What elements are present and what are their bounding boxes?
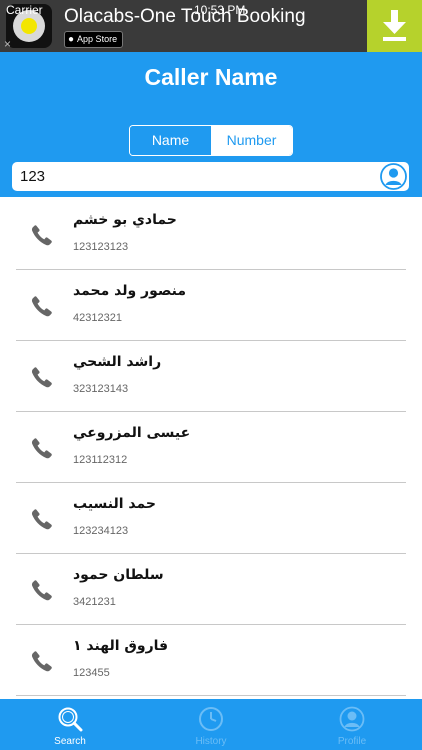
phone-icon[interactable] — [30, 365, 54, 389]
phone-icon[interactable] — [30, 294, 54, 318]
list-item[interactable]: سلطان حمود 3421231 — [0, 554, 422, 625]
search-bar — [12, 162, 409, 191]
contact-name: راشد الشحي — [73, 354, 162, 370]
tab-number[interactable]: Number — [211, 126, 292, 155]
apple-icon: ● — [68, 34, 75, 45]
list-item[interactable]: عيسى المزروعي 123112312 — [0, 412, 422, 483]
search-mode-toggle: Name Number — [129, 125, 293, 156]
row-divider — [16, 695, 406, 696]
ad-close-icon[interactable]: × — [4, 37, 11, 51]
ad-banner[interactable]: Carrier 10:53 PM × Olacabs-One Touch Boo… — [0, 0, 422, 52]
contact-number: 3421231 — [73, 596, 116, 608]
contact-name: منصور ولد محمد — [73, 283, 187, 299]
contact-avatar-icon[interactable] — [380, 163, 407, 190]
tab-profile[interactable]: Profile — [282, 699, 422, 750]
header: Caller Name Name Number — [0, 52, 422, 197]
page-title: Caller Name — [144, 64, 278, 90]
contact-name: عيسى المزروعي — [73, 425, 191, 441]
contact-name: حمادي بو خشم — [73, 212, 177, 228]
list-item[interactable]: حمادي بو خشم 123123123 — [0, 199, 422, 270]
search-icon — [58, 707, 83, 732]
list-item[interactable]: حمد النسيب 123234123 — [0, 483, 422, 554]
list-item[interactable]: فاروق الهند ١ 123455 — [0, 625, 422, 696]
contact-number: 323123143 — [73, 383, 129, 395]
contact-name: فاروق الهند ١ — [73, 638, 169, 654]
search-input[interactable] — [20, 162, 370, 191]
contact-number: 42312321 — [73, 312, 122, 324]
phone-icon[interactable] — [30, 223, 54, 247]
contact-number: 123455 — [73, 667, 110, 679]
list-item[interactable]: راشد الشحي 323123143 — [0, 341, 422, 412]
tab-history[interactable]: History — [141, 699, 281, 750]
contact-number: 123112312 — [73, 454, 128, 466]
app-store-badge[interactable]: ● App Store — [64, 31, 124, 48]
contact-number: 123123123 — [73, 241, 129, 253]
phone-icon[interactable] — [30, 436, 54, 460]
tab-history-label: History — [195, 736, 227, 747]
status-bar: Carrier 10:53 PM — [4, 3, 418, 17]
tab-search[interactable]: Search — [0, 699, 140, 750]
phone-icon[interactable] — [30, 649, 54, 673]
contact-number: 123234123 — [73, 525, 129, 537]
status-time: 10:53 PM — [194, 3, 246, 17]
tab-bar: Search History Profile — [0, 699, 422, 750]
list-item[interactable]: منصور ولد محمد 42312321 — [0, 270, 422, 341]
contact-name: حمد النسيب — [73, 496, 156, 512]
app-store-label: App Store — [77, 34, 118, 44]
history-icon — [199, 707, 223, 731]
tab-name[interactable]: Name — [130, 126, 211, 155]
results-list: حمادي بو خشم 123123123 منصور ولد محمد 42… — [0, 199, 422, 698]
profile-icon — [339, 706, 365, 732]
contact-name: سلطان حمود — [73, 567, 164, 583]
tab-profile-label: Profile — [337, 736, 367, 747]
tab-search-label: Search — [54, 736, 86, 747]
phone-icon[interactable] — [30, 507, 54, 531]
phone-icon[interactable] — [30, 578, 54, 602]
carrier-label: Carrier — [6, 3, 43, 17]
